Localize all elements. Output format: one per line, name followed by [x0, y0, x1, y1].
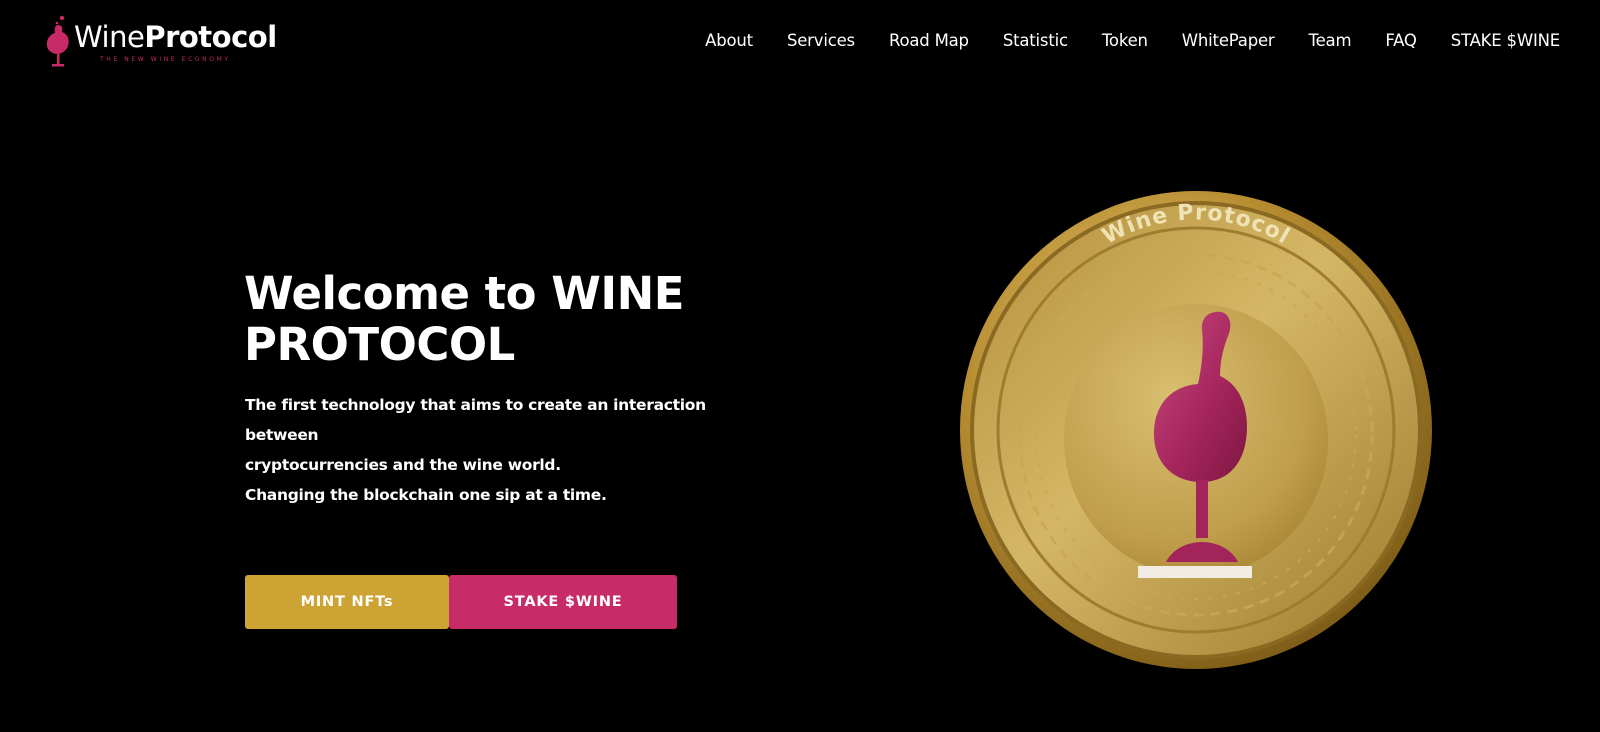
brand-name-light: Wine [74, 20, 145, 54]
wine-glass-icon [46, 15, 69, 67]
brand-tagline: THE NEW WINE ECONOMY [100, 56, 231, 63]
hero-description-line: cryptocurrencies and the wine world. [245, 456, 561, 474]
site-header: WineProtocol THE NEW WINE ECONOMY About … [0, 0, 1600, 90]
brand-logo[interactable]: WineProtocol THE NEW WINE ECONOMY [44, 14, 294, 70]
brand-name-bold: Protocol [144, 20, 277, 54]
nav-link-faq[interactable]: FAQ [1385, 31, 1417, 50]
mint-nfts-button[interactable]: MINT NFTs [245, 575, 449, 629]
nav-link-road-map[interactable]: Road Map [889, 31, 969, 50]
brand-name: WineProtocol [74, 20, 277, 54]
wine-protocol-coin: Wine Protocol [960, 191, 1432, 669]
nav-link-token[interactable]: Token [1102, 31, 1148, 50]
main-nav: About Services Road Map Statistic Token … [671, 31, 1560, 50]
nav-link-about[interactable]: About [705, 31, 753, 50]
hero-description: The first technology that aims to create… [245, 390, 765, 510]
hero-description-line: Changing the blockchain one sip at a tim… [245, 486, 607, 504]
nav-link-whitepaper[interactable]: WhitePaper [1182, 31, 1275, 50]
hero-title: Welcome to WINE PROTOCOL [244, 267, 685, 371]
nav-link-stake[interactable]: STAKE $WINE [1451, 31, 1560, 50]
stake-wine-button[interactable]: STAKE $WINE [449, 575, 677, 629]
nav-link-services[interactable]: Services [787, 31, 855, 50]
nav-link-statistic[interactable]: Statistic [1003, 31, 1068, 50]
hero-description-line: The first technology that aims to create… [245, 396, 706, 444]
nav-link-team[interactable]: Team [1309, 31, 1352, 50]
